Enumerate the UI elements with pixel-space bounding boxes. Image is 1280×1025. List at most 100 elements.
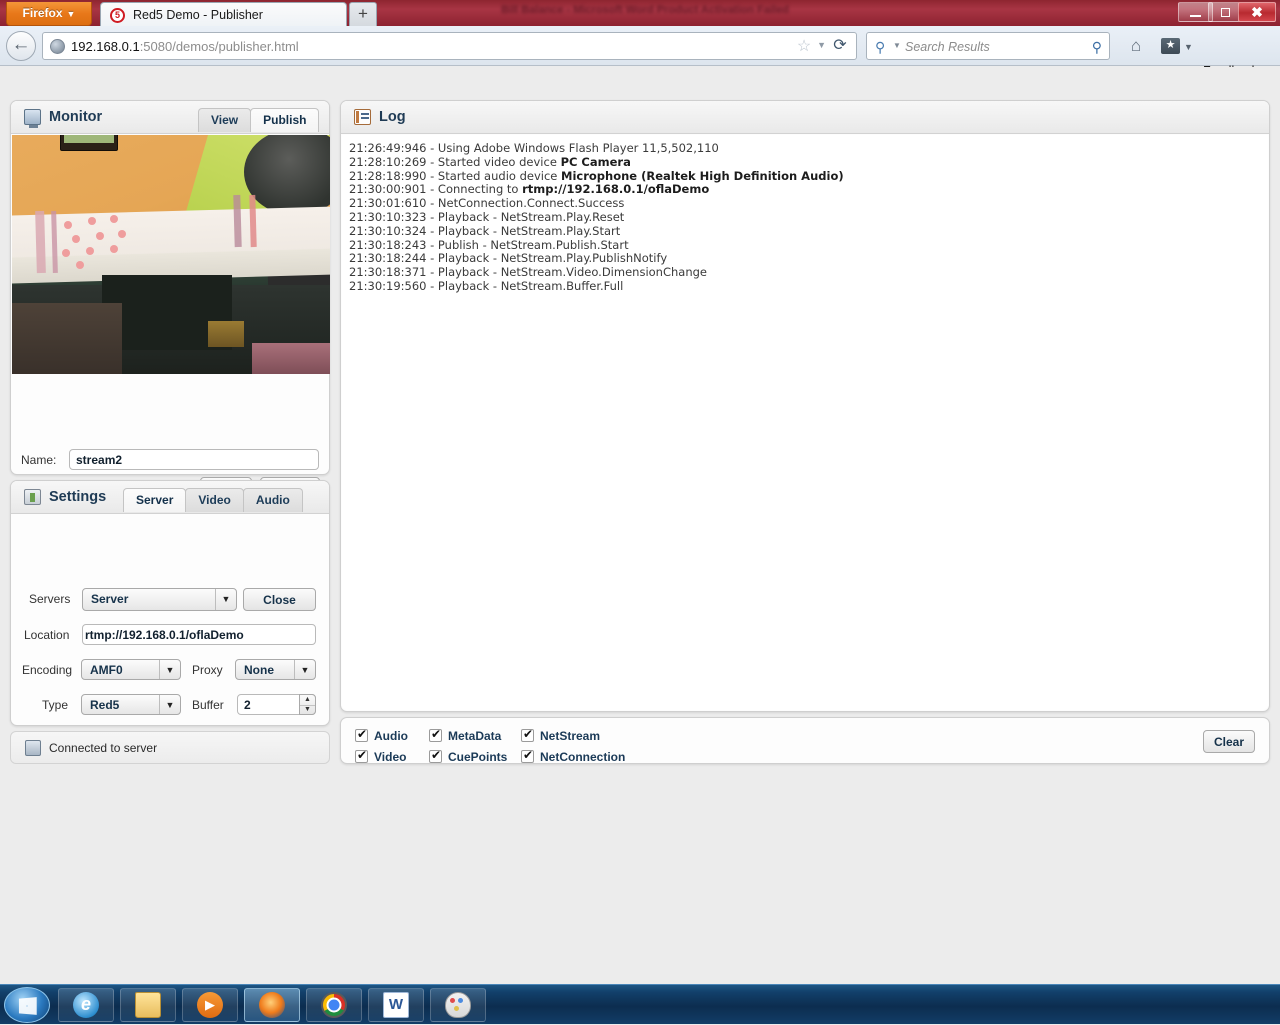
log-line: 21:30:18:244 - Playback - NetStream.Play… [349,251,668,266]
stream-name-input[interactable]: stream2 [69,449,319,470]
video-fabric-stripe [233,194,242,248]
checkbox-filter-audio[interactable] [355,727,368,742]
monitor-panel: Monitor View Publish [10,100,330,475]
type-select[interactable]: Red5 ▼ [81,694,181,715]
log-title: Log [379,109,406,125]
label-filter-netstream: NetStream [540,729,601,743]
log-line: 21:30:18:243 - Publish - NetStream.Publi… [349,237,629,252]
chrome-icon [321,992,347,1018]
stepper-down-icon[interactable]: ▼ [300,705,315,714]
checkbox-filter-netconnection[interactable] [521,748,534,763]
chevron-down-icon[interactable]: ▼ [893,41,901,50]
internet-explorer-icon: e [73,992,99,1018]
bookmark-star-icon[interactable]: ☆ [795,38,813,56]
buffer-stepper[interactable]: ▲ ▼ [299,694,316,715]
type-label: Type [42,698,69,712]
stepper-up-icon[interactable]: ▲ [300,695,315,704]
servers-label: Servers [29,592,71,606]
firefox-menu-button[interactable]: Firefox ▼ [6,2,92,26]
connection-status-text: Connected to server [49,741,158,755]
tab-view[interactable]: View [198,108,252,132]
taskbar-item-paint[interactable] [430,988,486,1022]
settings-title: Settings [49,489,107,505]
log-line: 21:28:10:269 - Started video device PC C… [349,154,631,169]
media-player-icon: ▶ [197,992,223,1018]
globe-icon [50,39,65,54]
log-line: 21:30:10:323 - Playback - NetStream.Play… [349,209,625,224]
settings-header: Settings Server Video Audio [11,481,329,514]
chevron-down-icon[interactable]: ▼ [1184,42,1193,52]
video-fabric-dot [118,230,126,238]
address-bar[interactable]: 192.168.0.1:5080/demos/publisher.html ☆ … [42,32,857,60]
taskbar-item-firefox[interactable] [244,988,300,1022]
log-header: Log [341,101,1269,134]
video-fabric-dot [110,215,118,223]
reload-icon[interactable]: ⟳ [831,37,849,55]
video-wall-device-screen [64,135,114,143]
home-icon[interactable]: ⌂ [1126,37,1146,55]
url-host: 192.168.0.1 [71,39,140,54]
tab-server[interactable]: Server [123,488,187,512]
log-line: 21:30:19:560 - Playback - NetStream.Buff… [349,278,624,293]
page-content: Monitor View Publish Name: stream2 ✔ ✔ S… [0,67,1280,984]
tab-publish[interactable]: Publish [250,108,320,132]
servers-select-value: Server [91,592,129,606]
stream-name-label: Name: [21,453,57,467]
log-panel: Log 21:26:49:946 - Using Adobe Windows F… [340,100,1270,712]
back-button[interactable]: ← [6,31,36,61]
browser-tab-red5-demo[interactable]: 5 Red5 Demo - Publisher [100,2,347,28]
checkbox-filter-video[interactable] [355,748,368,763]
label-filter-cuepoints: CuePoints [448,750,508,764]
search-input[interactable]: Search Results [905,38,990,56]
bookmarks-icon[interactable]: ★ [1161,38,1180,54]
location-label: Location [24,628,70,642]
url-path: :5080/demos/publisher.html [139,39,299,54]
proxy-select[interactable]: None ▼ [235,659,316,680]
clear-log-button[interactable]: Clear [1203,730,1255,753]
firefox-icon [259,992,285,1018]
taskbar-item-windows-explorer[interactable] [120,988,176,1022]
checkbox-filter-netstream[interactable] [521,727,534,742]
video-fabric-dot [88,217,96,225]
type-select-value: Red5 [90,698,120,712]
search-submit-icon[interactable]: ⚲ [1092,38,1102,56]
log-line: 21:26:49:946 - Using Adobe Windows Flash… [349,141,719,155]
log-line: 21:28:18:990 - Started audio device Micr… [349,168,844,183]
chevron-down-icon: ▼ [66,9,76,19]
checkbox-filter-metadata[interactable] [429,727,442,742]
connection-status-bar: Connected to server [10,731,330,764]
tab-video[interactable]: Video [185,488,244,512]
search-box[interactable]: ⚲ ▼ Search Results ⚲ [866,32,1110,60]
encoding-label: Encoding [22,663,73,677]
label-filter-audio: Audio [374,729,408,743]
taskbar-item-internet-explorer[interactable]: e [58,988,114,1022]
log-line: 21:30:18:371 - Playback - NetStream.Vide… [349,265,707,280]
taskbar-item-chrome[interactable] [306,988,362,1022]
log-line: 21:30:10:324 - Playback - NetStream.Play… [349,223,621,238]
taskbar-item-word[interactable]: W [368,988,424,1022]
server-icon [25,740,41,756]
video-preview[interactable] [12,135,330,374]
chevron-down-icon: ▼ [159,660,180,679]
start-button[interactable] [4,987,50,1023]
folder-icon [135,992,161,1018]
video-fabric-dot [64,221,72,229]
label-filter-metadata: MetaData [448,729,502,743]
tab-audio[interactable]: Audio [242,488,303,512]
browser-tab-title: Red5 Demo - Publisher [133,8,263,22]
servers-select[interactable]: Server ▼ [82,588,237,611]
video-fabric-dot [86,247,94,255]
checkbox-filter-cuepoints[interactable] [429,748,442,763]
windows-taskbar: e ▶ W ▲ ⚑ ⚐ 🔊 9:30 PM 12/27/2012 [0,984,1280,1024]
monitor-header: Monitor View Publish [11,101,329,134]
taskbar-item-media-player[interactable]: ▶ [182,988,238,1022]
new-tab-button[interactable]: + [349,2,377,27]
close-connection-button[interactable]: Close [243,588,316,611]
encoding-select[interactable]: AMF0 ▼ [81,659,181,680]
log-output[interactable]: 21:26:49:946 - Using Adobe Windows Flash… [342,135,1268,710]
chevron-down-icon[interactable]: ▼ [817,40,826,50]
label-filter-video: Video [374,750,407,764]
location-input[interactable]: rtmp://192.168.0.1/oflaDemo [82,624,316,645]
log-filter-panel: Audio Video MetaData CuePoints NetStream… [340,717,1270,764]
video-pink-object [252,343,330,374]
